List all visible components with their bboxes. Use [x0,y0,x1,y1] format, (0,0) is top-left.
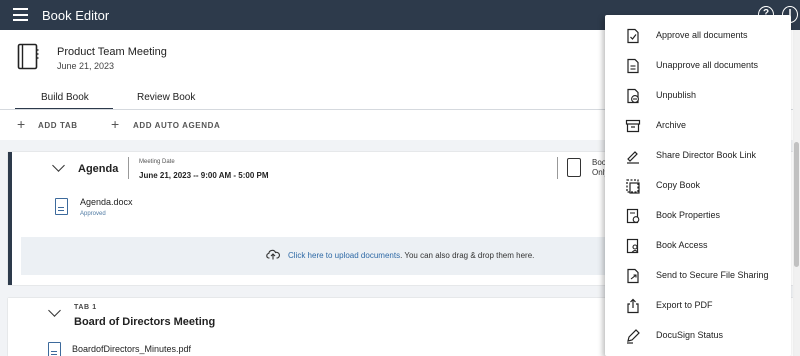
copy-book-icon [626,179,640,194]
book-properties-icon [626,208,640,224]
upload-instructions: Click here to upload documents. You can … [288,251,534,260]
tab-build-book[interactable]: Build Book [41,92,89,103]
plus-icon: + [17,116,26,132]
add-auto-agenda-button[interactable]: ADD AUTO AGENDA [133,121,220,130]
chevron-down-icon[interactable] [48,304,61,317]
divider [557,157,558,179]
book-access-icon [626,238,639,254]
tab1-title: Board of Directors Meeting [74,316,216,328]
unapprove-documents-icon [627,58,639,74]
meeting-date-label: Meeting Date [139,159,175,165]
add-tab-button[interactable]: ADD TAB [38,121,78,130]
docusign-status-icon [627,329,640,344]
agenda-document-name[interactable]: Agenda.docx [80,197,133,207]
menu-item-unapprove-all[interactable]: Unapprove all documents [605,51,791,81]
chevron-down-icon[interactable] [52,159,65,172]
book-only-icon [567,158,581,177]
document-icon [48,342,61,356]
share-link-icon [627,151,639,164]
approve-documents-icon [627,28,639,44]
menu-item-secure-file-sharing[interactable]: Send to Secure File Sharing [605,261,791,291]
menu-item-docusign-status[interactable]: DocuSign Status [605,321,791,351]
menu-item-copy-book[interactable]: Copy Book [605,171,791,201]
export-pdf-icon [627,298,639,314]
document-icon [55,198,68,215]
upload-hint: . You can also drag & drop them here. [400,251,535,260]
menu-icon[interactable] [13,8,28,21]
scrollbar-thumb[interactable] [794,142,799,267]
plus-icon: + [111,116,120,132]
scrollbar[interactable] [793,30,800,356]
menu-item-export-pdf[interactable]: Export to PDF [605,291,791,321]
menu-item-book-properties[interactable]: Book Properties [605,201,791,231]
menu-item-book-access[interactable]: Book Access [605,231,791,261]
menu-item-archive[interactable]: Archive [605,111,791,141]
book-actions-menu: Approve all documents Unapprove all docu… [605,15,791,356]
tab-review-book[interactable]: Review Book [137,92,195,103]
menu-item-approve-all[interactable]: Approve all documents [605,21,791,51]
cloud-upload-icon [266,249,280,260]
divider [128,157,129,179]
upload-link[interactable]: Click here to upload documents [288,251,400,260]
unpublish-icon [627,88,639,104]
secure-file-sharing-icon [627,268,639,284]
menu-item-share-link[interactable]: Share Director Book Link [605,141,791,171]
document-status: Approved [80,211,106,217]
book-title: Product Team Meeting [57,46,167,58]
tab1-document-name[interactable]: BoardofDirectors_Minutes.pdf [72,344,191,354]
agenda-title: Agenda [78,163,119,175]
menu-item-unpublish[interactable]: Unpublish [605,81,791,111]
meeting-date-value: June 21, 2023 -- 9:00 AM - 5:00 PM [139,171,269,180]
archive-icon [625,119,641,133]
book-date: June 21, 2023 [57,61,115,71]
book-icon [17,43,39,70]
app-title: Book Editor [42,8,110,23]
tab1-label: TAB 1 [74,304,97,311]
